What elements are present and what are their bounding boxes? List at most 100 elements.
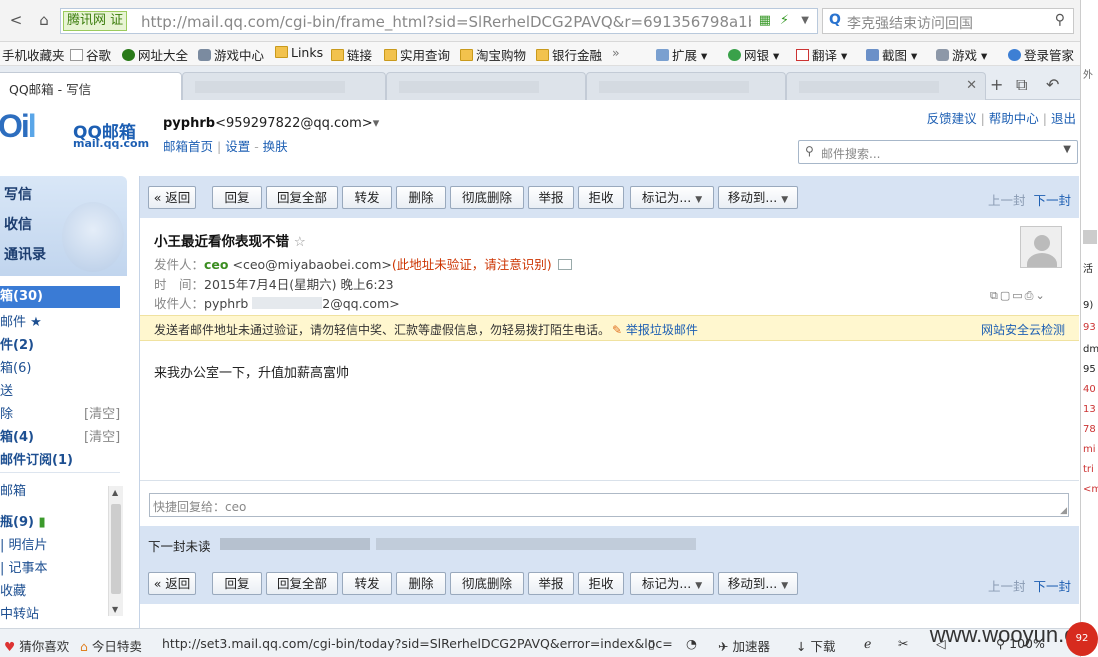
tab-qqmail-compose[interactable]: QQ邮箱 - 写信 [0,72,182,100]
reply-button[interactable]: 回复 [212,186,262,209]
prev-message-link[interactable]: 上一封 [988,193,1026,208]
report-button[interactable]: 举报 [528,186,574,209]
daily-deals[interactable]: ⌂ 今日特卖 [80,636,142,655]
forward-button[interactable]: 转发 [342,572,392,595]
fav-sites[interactable]: 网址大全 [122,45,188,64]
sender-address[interactable]: <ceo@miyabaobei.com> [232,257,391,272]
folder-subscriptions[interactable]: 邮件订阅(1) [0,449,73,468]
ext-games[interactable]: 游戏 ▾ [936,45,987,64]
delete-button[interactable]: 删除 [396,186,446,209]
receive-button[interactable]: 收信 [4,214,32,234]
lightning-icon[interactable]: ⚡ [780,13,789,28]
recipient-name[interactable]: pyphrb [204,296,248,311]
mobile-icon[interactable]: ▯ [648,636,655,651]
speed-icon[interactable]: ◔ [686,636,697,651]
downloads[interactable]: ↓ 下载 [796,636,835,655]
quick-reply-input[interactable]: 快捷回复给：ceo ◢ [149,493,1069,517]
forward-button[interactable]: 转发 [342,186,392,209]
folder-favorites[interactable]: 收藏 [0,580,26,599]
home-icon[interactable]: ⌂ [34,10,54,30]
back-button[interactable]: « 返回 [148,572,196,595]
folder-spam[interactable]: 箱(4) [清空] [0,426,120,445]
print-preview-icon[interactable]: ▢ [1000,289,1012,302]
fav-links[interactable]: Links [275,45,323,60]
mail-home-link[interactable]: 邮箱首页 [163,139,213,154]
qr-code-icon[interactable]: ▦ [759,13,771,28]
accelerator[interactable]: ✈ 加速器 [718,636,770,655]
delete-button[interactable]: 删除 [396,572,446,595]
next-message-link[interactable]: 下一封 [1033,579,1071,594]
fav-link[interactable]: 链接 [331,45,372,64]
print-icon[interactable]: ⎙ [1025,289,1036,302]
folder-notes[interactable]: | 记事本 [0,557,48,576]
notification-bubble-icon[interactable]: 92 [1066,622,1098,656]
vcard-icon[interactable] [557,259,572,270]
more-icon[interactable]: ⌄ [1035,289,1046,302]
mail-search-input[interactable]: 邮件搜索... [821,145,880,162]
folder-starred[interactable]: 邮件 ★ [0,311,42,330]
settings-link[interactable]: 设置 [225,139,250,154]
scroll-up-icon[interactable]: ▲ [112,488,118,497]
ie-icon[interactable]: ℯ [864,636,871,651]
folder-other-mailbox[interactable]: 邮箱 [0,480,26,499]
folder-postcard[interactable]: | 明信片 [0,534,48,553]
ext-translate[interactable]: 翻译 ▾ [796,45,847,64]
more-favorites-icon[interactable]: » [612,45,620,60]
compose-button[interactable]: 写信 [4,184,32,204]
address-bar[interactable]: 腾讯网 证 http://mail.qq.com/cgi-bin/frame_h… [60,8,818,34]
folder-transfer-station[interactable]: 中转站 [0,603,39,622]
folder-drift-bottle[interactable]: 瓶(9) ▮ [0,511,46,530]
next-message-link[interactable]: 下一封 [1033,193,1071,208]
ext-screenshot[interactable]: 截图 ▾ [866,45,917,64]
guess-you-like[interactable]: ♥ 猜你喜欢 [4,636,69,655]
mark-as-dropdown[interactable]: 标记为... ▼ [630,186,714,209]
comment-icon[interactable]: ▭ [1012,289,1024,302]
crop-icon[interactable]: ✂ [898,636,908,651]
account-switcher[interactable]: pyphrb<959297822@qq.com>▾ [163,116,379,131]
ext-login-manager[interactable]: 登录管家 [1008,45,1074,64]
tab-5[interactable]: ✕ [786,72,986,100]
search-icon[interactable]: ⚲ [1055,12,1065,28]
fav-bank[interactable]: 银行金融 [536,45,602,64]
reject-button[interactable]: 拒收 [578,186,624,209]
resize-handle-icon[interactable]: ◢ [1060,506,1067,516]
sidebar-scrollbar[interactable]: ▲ ▼ [108,486,123,616]
search-engine-icon[interactable]: Q [829,12,841,28]
move-to-dropdown[interactable]: 移动到... ▼ [718,186,798,209]
sender-name[interactable]: ceo [204,257,228,272]
fav-mobile[interactable]: 手机收藏夹 [2,45,65,64]
scroll-down-icon[interactable]: ▼ [112,605,118,614]
fav-taobao[interactable]: 淘宝购物 [460,45,526,64]
report-button[interactable]: 举报 [528,572,574,595]
mark-as-dropdown[interactable]: 标记为... ▼ [630,572,714,595]
security-check-link[interactable]: 网站安全云检测 [981,321,1065,338]
feedback-link[interactable]: 反馈建议 [927,111,977,126]
tab-3[interactable] [386,72,586,100]
back-arrow-icon[interactable]: < [6,10,26,30]
delete-permanently-button[interactable]: 彻底删除 [450,572,524,595]
fav-google[interactable]: 谷歌 [70,45,111,64]
folder-groups[interactable]: 件(2) [0,334,34,353]
folder-sent[interactable]: 送 [0,380,13,399]
fav-games[interactable]: 游戏中心 [198,45,264,64]
move-to-dropdown[interactable]: 移动到... ▼ [718,572,798,595]
empty-spam-link[interactable]: [清空] [84,426,120,445]
mail-search[interactable]: ⚲ 邮件搜索... ▼ [798,140,1078,164]
folder-inbox[interactable]: 箱(30) [0,286,120,308]
empty-deleted-link[interactable]: [清空] [84,403,120,422]
reply-button[interactable]: 回复 [212,572,262,595]
ext-menu[interactable]: 扩展 ▾ [656,45,707,64]
close-tab-icon[interactable]: ✕ [966,78,977,93]
new-window-icon[interactable]: ⧉ [990,289,1000,302]
fav-query[interactable]: 实用查询 [384,45,450,64]
site-verified-badge[interactable]: 腾讯网 证 [63,11,128,31]
tab-4[interactable] [586,72,786,100]
back-button[interactable]: « 返回 [148,186,196,209]
sender-avatar[interactable] [1020,226,1062,268]
browser-search[interactable]: Q 李克强结束访问回国 ⚲ [822,8,1074,34]
tab-list-icon[interactable]: ⧉ [1016,75,1027,95]
reject-button[interactable]: 拒收 [578,572,624,595]
tab-2[interactable] [182,72,386,100]
skin-link[interactable]: 换肤 [263,139,288,154]
report-spam-link[interactable]: ✎ 举报垃圾邮件 [612,321,698,338]
